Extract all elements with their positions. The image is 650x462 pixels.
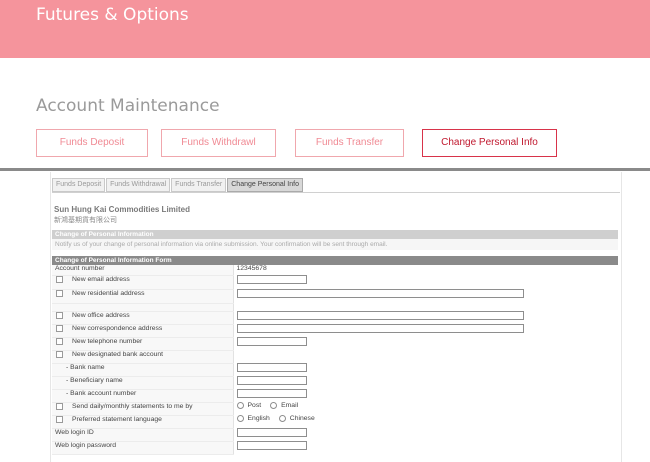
tab-change-personal-info[interactable]: Change Personal Info <box>422 129 557 157</box>
bank-account-checkbox[interactable] <box>56 350 63 358</box>
account-number-value: 12345678 <box>236 265 267 272</box>
office-checkbox[interactable] <box>56 311 63 319</box>
account-number-label: Account number <box>52 265 234 276</box>
telephone-label: New telephone number <box>72 337 143 345</box>
telephone-checkbox[interactable] <box>56 337 63 345</box>
company-name-en: Sun Hung Kai Commodities Limited <box>54 205 191 214</box>
english-label: English <box>247 415 270 422</box>
tab-funds-withdrawl[interactable]: Funds Withdrawl <box>161 129 276 157</box>
correspondence-checkbox[interactable] <box>56 324 63 332</box>
table-row: Send daily/monthly statements to me by P… <box>52 402 619 416</box>
statements-checkbox[interactable] <box>56 402 63 410</box>
chinese-radio[interactable] <box>278 415 286 422</box>
form-header: Change of Personal Information Form <box>52 256 618 265</box>
table-row: New correspondence address <box>52 324 618 338</box>
post-label: Post <box>247 402 262 409</box>
company-name-zh: 新鴻基期貨有限公司 <box>54 217 117 224</box>
sub-tab-change-personal-info[interactable]: Change Personal Info <box>227 178 303 192</box>
table-row <box>52 303 618 312</box>
login-id-field[interactable] <box>236 428 307 437</box>
language-label: Preferred statement language <box>72 415 162 423</box>
table-row: New email address <box>52 275 618 290</box>
email-option-label: Email <box>281 402 299 409</box>
table-row: - Bank account number <box>52 389 618 403</box>
residential-label: New residential address <box>72 289 145 297</box>
personal-info-form: Account number 12345678 New email addres… <box>52 265 618 455</box>
sub-tab-funds-deposit[interactable]: Funds Deposit <box>52 178 106 192</box>
table-row: Web login ID <box>52 428 618 442</box>
correspondence-label: New correspondence address <box>72 324 163 332</box>
correspondence-address-field[interactable] <box>236 324 524 333</box>
table-row: New residential address <box>52 289 618 304</box>
bank-name-field[interactable] <box>236 363 307 372</box>
divider <box>0 168 650 171</box>
sub-tab-bar: Funds Deposit Funds Withdrawal Funds Tra… <box>52 178 304 192</box>
language-checkbox[interactable] <box>56 415 63 423</box>
beneficiary-field[interactable] <box>236 376 307 385</box>
statement-delivery-group: Post Email <box>234 402 619 409</box>
english-radio[interactable] <box>236 415 244 422</box>
page-title: Futures & Options <box>36 5 189 25</box>
office-address-field[interactable] <box>236 311 524 320</box>
statements-label: Send daily/monthly statements to me by <box>72 402 193 410</box>
table-row: Preferred statement language English Chi… <box>52 415 619 429</box>
residential-checkbox[interactable] <box>56 289 63 297</box>
telephone-field[interactable] <box>236 337 307 346</box>
email-label: New email address <box>72 275 130 283</box>
bank-account-number-field[interactable] <box>236 389 307 398</box>
table-row: - Beneficiary name <box>52 376 618 390</box>
sub-tab-funds-transfer[interactable]: Funds Transfer <box>171 178 227 192</box>
table-row: New office address <box>52 311 618 325</box>
email-radio[interactable] <box>270 402 278 409</box>
login-password-label: Web login password <box>52 441 234 455</box>
statement-language-group: English Chinese <box>234 415 619 422</box>
email-field[interactable] <box>236 275 307 284</box>
sub-tab-underline <box>52 192 620 193</box>
info-section-header: Change of Personal Information <box>52 230 618 239</box>
table-row: - Bank name <box>52 363 618 377</box>
section-title: Account Maintenance <box>36 96 220 116</box>
bank-name-label: - Bank name <box>52 363 234 377</box>
login-id-label: Web login ID <box>52 428 234 442</box>
post-radio[interactable] <box>236 402 244 409</box>
bank-account-label: New designated bank account <box>72 350 164 358</box>
email-checkbox[interactable] <box>56 275 63 283</box>
chinese-label: Chinese <box>289 415 315 422</box>
table-row: Web login password <box>52 441 618 455</box>
info-notice: Notify us of your change of personal inf… <box>52 239 618 250</box>
residential-address-field[interactable] <box>236 289 524 298</box>
sub-tab-funds-withdrawal[interactable]: Funds Withdrawal <box>106 178 171 192</box>
table-row: New designated bank account <box>52 350 618 364</box>
beneficiary-label: - Beneficiary name <box>52 376 234 390</box>
table-row: Account number 12345678 <box>52 265 618 276</box>
login-password-field[interactable] <box>236 441 307 450</box>
tab-funds-transfer[interactable]: Funds Transfer <box>295 129 404 157</box>
office-label: New office address <box>72 311 130 319</box>
table-row: New telephone number <box>52 337 618 351</box>
tab-funds-deposit[interactable]: Funds Deposit <box>36 129 148 157</box>
header-banner: Futures & Options <box>0 0 650 58</box>
bank-account-number-label: - Bank account number <box>52 389 234 403</box>
